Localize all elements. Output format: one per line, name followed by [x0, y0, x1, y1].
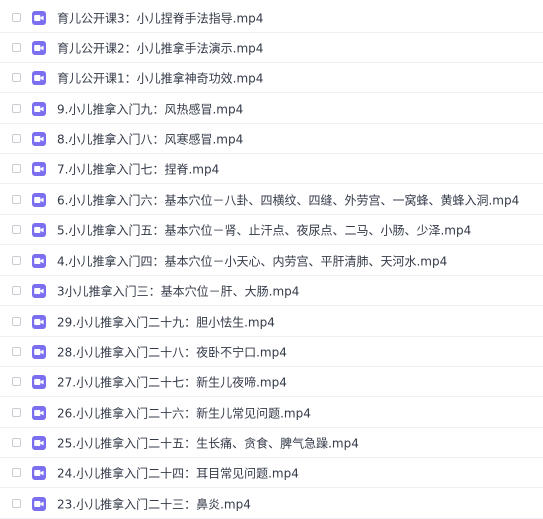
row-checkbox[interactable] [12, 72, 21, 82]
video-file-icon [32, 465, 46, 480]
row-checkbox[interactable] [12, 407, 21, 417]
video-file-icon [32, 374, 46, 389]
file-row[interactable]: 6.小儿推拿入门六：基本穴位－八卦、四横纹、四缝、外劳宫、一窝蜂、黄蜂入洞.mp… [0, 185, 543, 215]
file-row[interactable]: 29.小儿推拿入门二十九：胆小怯生.mp4 [0, 307, 543, 337]
video-file-icon [32, 344, 46, 359]
row-checkbox[interactable] [12, 224, 21, 234]
video-file-icon [32, 161, 46, 176]
video-file-icon [32, 496, 46, 511]
row-checkbox[interactable] [12, 346, 21, 356]
file-row[interactable]: 25.小儿推拿入门二十五：生长痛、贪食、脾气急躁.mp4 [0, 428, 543, 458]
file-name[interactable]: 育儿公开课1：小儿推拿神奇功效.mp4 [57, 69, 263, 86]
video-file-icon [32, 192, 46, 207]
row-checkbox[interactable] [12, 255, 21, 265]
file-name[interactable]: 8.小儿推拿入门八：风寒感冒.mp4 [57, 130, 243, 147]
row-checkbox[interactable] [12, 498, 21, 508]
row-checkbox[interactable] [12, 133, 21, 143]
file-row[interactable]: 28.小儿推拿入门二十八：夜卧不宁口.mp4 [0, 337, 543, 367]
file-name[interactable]: 3小儿推拿入门三：基本穴位－肝、大肠.mp4 [57, 282, 299, 299]
file-name[interactable]: 5.小儿推拿入门五：基本穴位－肾、止汗点、夜尿点、二马、小肠、少泽.mp4 [57, 221, 471, 238]
file-row[interactable]: 23.小儿推拿入门二十三：鼻炎.mp4 [0, 489, 543, 519]
file-row[interactable]: 育儿公开课1：小儿推拿神奇功效.mp4 [0, 63, 543, 93]
row-checkbox[interactable] [12, 467, 21, 477]
row-checkbox[interactable] [12, 12, 21, 22]
video-file-icon [32, 131, 46, 146]
file-name[interactable]: 28.小儿推拿入门二十八：夜卧不宁口.mp4 [57, 343, 287, 360]
video-file-icon [32, 405, 46, 420]
row-checkbox[interactable] [12, 194, 21, 204]
video-file-icon [32, 101, 46, 116]
file-list: 育儿公开课3：小儿捏脊手法指导.mp4 育儿公开课2：小儿推拿手法演示.mp4 育儿… [0, 0, 543, 519]
file-name[interactable]: 26.小儿推拿入门二十六：新生儿常见问题.mp4 [57, 404, 311, 421]
file-row[interactable]: 3小儿推拿入门三：基本穴位－肝、大肠.mp4 [0, 276, 543, 306]
video-file-icon [32, 222, 46, 237]
file-name[interactable]: 25.小儿推拿入门二十五：生长痛、贪食、脾气急躁.mp4 [57, 434, 359, 451]
file-name[interactable]: 育儿公开课2：小儿推拿手法演示.mp4 [57, 39, 263, 56]
row-checkbox[interactable] [12, 42, 21, 52]
file-row[interactable]: 27.小儿推拿入门二十七：新生儿夜啼.mp4 [0, 367, 543, 397]
file-row[interactable]: 24.小儿推拿入门二十四：耳目常见问题.mp4 [0, 458, 543, 488]
file-name[interactable]: 27.小儿推拿入门二十七：新生儿夜啼.mp4 [57, 373, 287, 390]
video-file-icon [32, 283, 46, 298]
row-checkbox[interactable] [12, 285, 21, 295]
file-name[interactable]: 4.小儿推拿入门四：基本穴位－小天心、内劳宫、平肝清肺、天河水.mp4 [57, 252, 447, 269]
row-checkbox[interactable] [12, 437, 21, 447]
file-row[interactable]: 7.小儿推拿入门七：捏脊.mp4 [0, 154, 543, 184]
file-name[interactable]: 29.小儿推拿入门二十九：胆小怯生.mp4 [57, 313, 275, 330]
file-row[interactable]: 育儿公开课3：小儿捏脊手法指导.mp4 [0, 3, 543, 33]
row-checkbox[interactable] [12, 103, 21, 113]
video-file-icon [32, 435, 46, 450]
video-file-icon [32, 10, 46, 25]
row-checkbox[interactable] [12, 376, 21, 386]
file-row[interactable]: 4.小儿推拿入门四：基本穴位－小天心、内劳宫、平肝清肺、天河水.mp4 [0, 246, 543, 276]
file-name[interactable]: 9.小儿推拿入门九：风热感冒.mp4 [57, 100, 243, 117]
row-checkbox[interactable] [12, 316, 21, 326]
file-name[interactable]: 24.小儿推拿入门二十四：耳目常见问题.mp4 [57, 464, 299, 481]
file-row[interactable]: 26.小儿推拿入门二十六：新生儿常见问题.mp4 [0, 398, 543, 428]
video-file-icon [32, 253, 46, 268]
file-row[interactable]: 8.小儿推拿入门八：风寒感冒.mp4 [0, 124, 543, 154]
file-name[interactable]: 6.小儿推拿入门六：基本穴位－八卦、四横纹、四缝、外劳宫、一窝蜂、黄蜂入洞.mp… [57, 191, 519, 208]
file-row[interactable]: 育儿公开课2：小儿推拿手法演示.mp4 [0, 33, 543, 63]
file-name[interactable]: 育儿公开课3：小儿捏脊手法指导.mp4 [57, 9, 263, 26]
file-name[interactable]: 7.小儿推拿入门七：捏脊.mp4 [57, 160, 219, 177]
file-row[interactable]: 5.小儿推拿入门五：基本穴位－肾、止汗点、夜尿点、二马、小肠、少泽.mp4 [0, 215, 543, 245]
video-file-icon [32, 40, 46, 55]
file-row[interactable]: 9.小儿推拿入门九：风热感冒.mp4 [0, 94, 543, 124]
video-file-icon [32, 314, 46, 329]
file-name[interactable]: 23.小儿推拿入门二十三：鼻炎.mp4 [57, 495, 251, 512]
row-checkbox[interactable] [12, 163, 21, 173]
video-file-icon [32, 70, 46, 85]
